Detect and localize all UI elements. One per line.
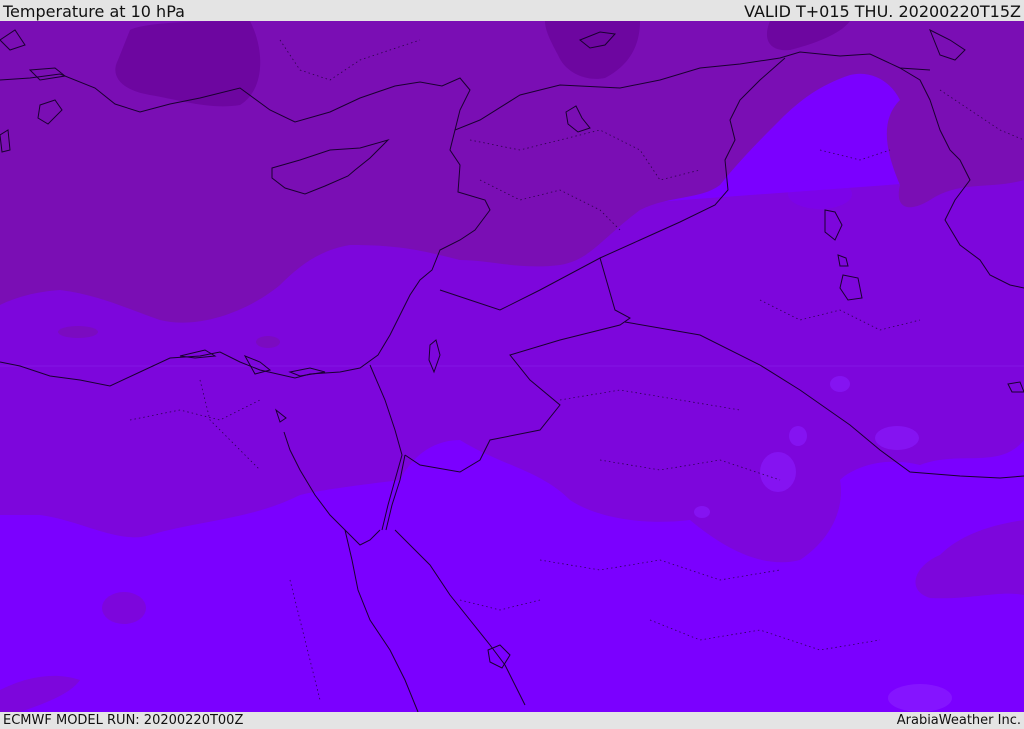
map-title: Temperature at 10 hPa [3, 2, 185, 21]
credit-text: ArabiaWeather Inc. [896, 713, 1021, 728]
temperature-blob [888, 684, 952, 712]
temperature-blob [830, 376, 850, 392]
valid-time: VALID T+015 THU. 20200220T15Z [744, 2, 1021, 21]
footer-bar: ECMWF MODEL RUN: 20200220T00Z ArabiaWeat… [0, 712, 1024, 729]
temperature-blob [694, 506, 710, 518]
temperature-map [0, 21, 1024, 712]
temperature-blob [760, 452, 796, 492]
temperature-blob [875, 426, 919, 450]
temperature-patch-small [102, 592, 146, 624]
map-canvas [0, 21, 1024, 712]
temperature-blob [58, 326, 98, 338]
temperature-blob [789, 426, 807, 446]
header-bar: Temperature at 10 hPa VALID T+015 THU. 2… [0, 0, 1024, 21]
model-run: ECMWF MODEL RUN: 20200220T00Z [3, 713, 244, 728]
temperature-blob [256, 336, 280, 348]
temperature-blob [788, 179, 852, 209]
